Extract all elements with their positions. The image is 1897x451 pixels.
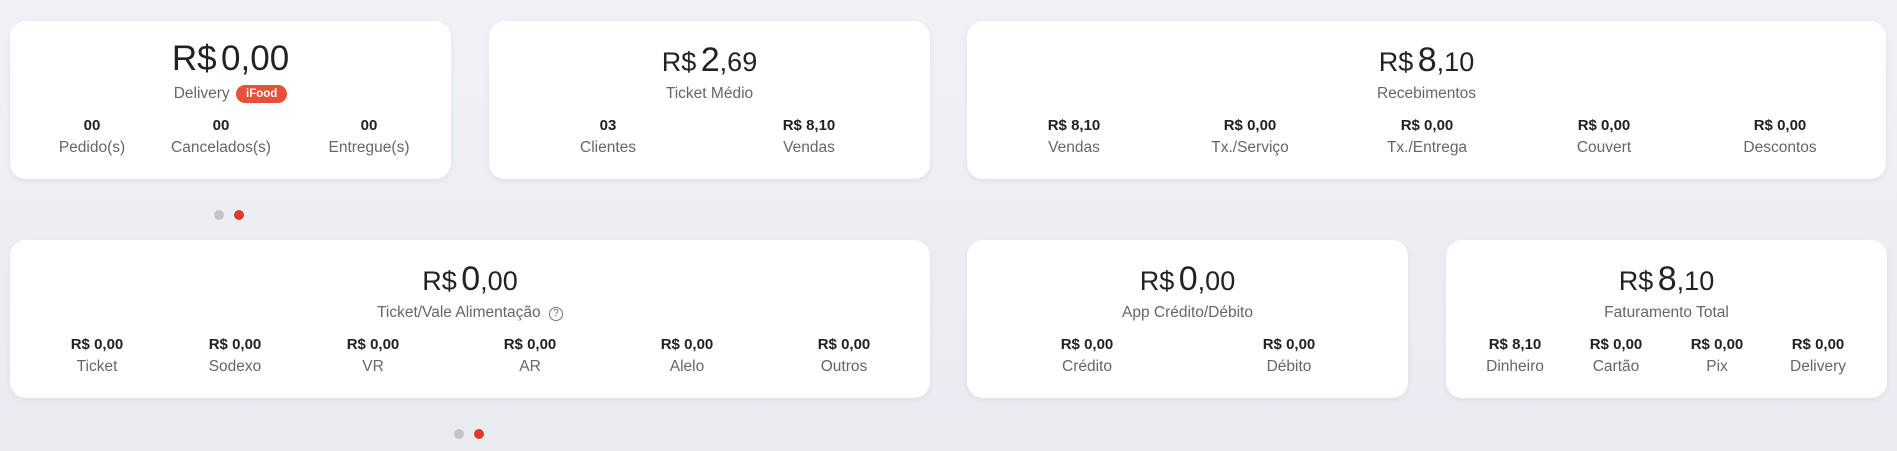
vale-alimentacao-amount: R$ 0,00 xyxy=(422,260,518,298)
stat-pedidos: 00 Pedido(s) xyxy=(58,117,126,156)
stat-couvert: R$ 0,00 Couvert xyxy=(1576,117,1632,156)
stat-outros: R$ 0,00 Outros xyxy=(817,336,871,375)
delivery-amount: R$ 0,00 xyxy=(171,39,290,78)
recebimentos-label: Recebimentos xyxy=(1376,85,1477,102)
delivery-card: R$ 0,00 Delivery iFood 00 Pedido(s) 00 Can… xyxy=(10,21,451,179)
stat-ticket: R$ 0,00 Ticket xyxy=(70,336,124,375)
stat-entregues: 00 Entregue(s) xyxy=(328,117,410,156)
carousel-dot-1[interactable] xyxy=(214,210,224,220)
stat-delivery: R$ 0,00 Delivery xyxy=(1790,336,1846,375)
recebimentos-amount: R$ 8,10 xyxy=(1378,41,1475,79)
help-icon[interactable]: ? xyxy=(549,307,563,321)
stat-tx-servico: R$ 0,00 Tx./Serviço xyxy=(1211,117,1289,156)
stat-dinheiro: R$ 8,10 Dinheiro xyxy=(1486,336,1544,375)
vale-alimentacao-card: R$ 0,00 Ticket/Vale Alimentação ? R$ 0,0… xyxy=(10,240,930,398)
carousel-dots xyxy=(214,210,244,220)
vale-alimentacao-label: Ticket/Vale Alimentação ? xyxy=(10,304,930,322)
stat-alelo: R$ 0,00 Alelo xyxy=(660,336,714,375)
app-credito-amount: R$ 0,00 xyxy=(1139,260,1236,298)
stat-sodexo: R$ 0,00 Sodexo xyxy=(208,336,262,375)
stat-credito: R$ 0,00 Crédito xyxy=(1060,336,1114,375)
stat-tx-entrega: R$ 0,00 Tx./Entrega xyxy=(1386,117,1468,156)
faturamento-label: Faturamento Total xyxy=(1604,304,1729,321)
stat-ar: R$ 0,00 AR xyxy=(503,336,557,375)
ifood-badge: iFood xyxy=(236,85,288,103)
carousel-dot-2[interactable] xyxy=(234,210,244,220)
stat-clientes: 03 Clientes xyxy=(580,117,636,156)
recebimentos-card: R$ 8,10 Recebimentos R$ 8,10 Vendas R$ 0,… xyxy=(967,21,1886,179)
stat-vendas: R$ 8,10 Vendas xyxy=(1047,117,1101,156)
carousel-dots xyxy=(454,429,484,439)
stat-pix: R$ 0,00 Pix xyxy=(1690,336,1744,375)
delivery-label: Delivery iFood xyxy=(10,85,451,103)
stat-cancelados: 00 Cancelados(s) xyxy=(171,117,271,156)
stat-descontos: R$ 0,00 Descontos xyxy=(1743,117,1817,156)
carousel-dot-1[interactable] xyxy=(454,429,464,439)
stat-debito: R$ 0,00 Débito xyxy=(1262,336,1316,375)
stat-cartao: R$ 0,00 Cartão xyxy=(1589,336,1643,375)
faturamento-card: R$ 8,10 Faturamento Total R$ 8,10 Dinheir… xyxy=(1446,240,1887,398)
carousel-dot-2[interactable] xyxy=(474,429,484,439)
ticket-medio-card: R$ 2,69 Ticket Médio 03 Clientes R$ 8,10 V… xyxy=(489,21,930,179)
faturamento-amount: R$ 8,10 xyxy=(1618,260,1715,298)
ticket-medio-label: Ticket Médio xyxy=(665,85,754,102)
ticket-medio-amount: R$ 2,69 xyxy=(661,41,758,79)
stat-vr: R$ 0,00 VR xyxy=(346,336,400,375)
app-credito-card: R$ 0,00 App Crédito/Débito R$ 0,00 Crédit… xyxy=(967,240,1408,398)
stat-vendas: R$ 8,10 Vendas xyxy=(782,117,836,156)
app-credito-label: App Crédito/Débito xyxy=(1122,304,1253,321)
